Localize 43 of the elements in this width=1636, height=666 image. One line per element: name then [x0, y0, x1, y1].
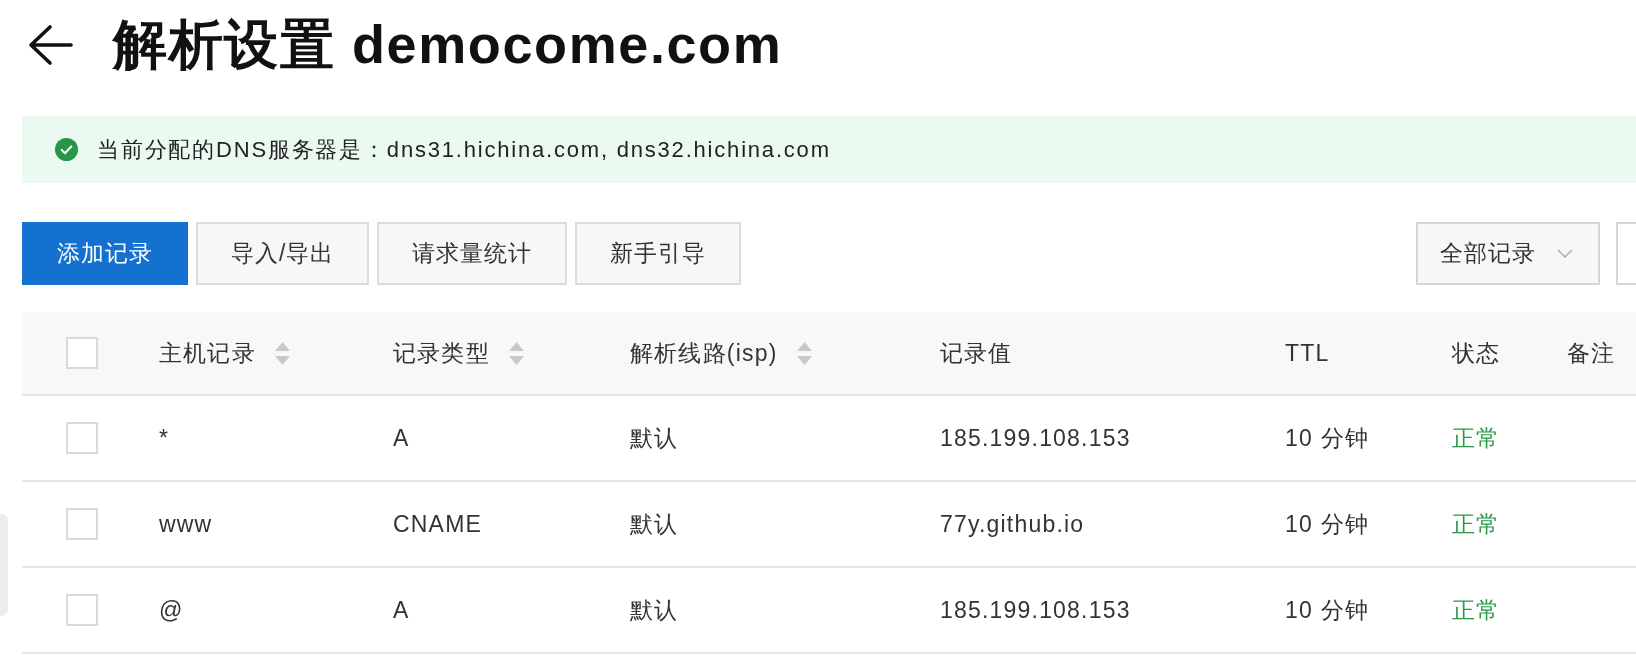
alert-text: 当前分配的DNS服务器是：dns31.hichina.com, dns32.hichina.com — [97, 135, 831, 164]
table-cell-text: 默认 — [630, 509, 679, 539]
table-cell-text: 默认 — [630, 595, 679, 625]
column-header: 备注 — [1567, 338, 1616, 368]
sort-icon — [274, 341, 290, 365]
check-circle-icon — [55, 138, 78, 161]
chevron-down-icon — [1557, 249, 1573, 258]
input-field[interactable] — [1616, 222, 1636, 285]
table-cell-text: 10 分钟 — [1285, 509, 1369, 539]
toolbar-button[interactable]: 新手引导 — [575, 222, 742, 285]
column-header: TTL — [1285, 339, 1330, 367]
table-cell-text: 默认 — [630, 423, 679, 453]
column-header[interactable]: 主机记录 — [159, 337, 290, 369]
table-cell: A — [393, 424, 410, 452]
sort-icon — [796, 341, 812, 365]
table-cell-text: 10 分钟 — [1285, 423, 1369, 453]
table-cell: 185.199.108.153 — [940, 424, 1131, 452]
row-checkbox[interactable] — [66, 422, 98, 454]
status-text: 正常 — [1452, 595, 1501, 625]
table-cell: 77y.github.io — [940, 510, 1085, 538]
sort-icon — [508, 341, 524, 365]
table-cell-text: 10 分钟 — [1285, 595, 1369, 625]
column-header: 状态 — [1452, 338, 1501, 368]
back-arrow-icon[interactable] — [28, 24, 73, 66]
column-header: 记录值 — [940, 338, 1013, 368]
column-header[interactable]: 解析线路(isp) — [630, 337, 812, 369]
table-cell: www — [159, 510, 213, 538]
status-text: 正常 — [1452, 509, 1501, 539]
toolbar-button[interactable]: 导入/导出 — [196, 222, 370, 285]
table-cell: * — [159, 424, 170, 452]
column-header[interactable]: 记录类型 — [393, 337, 524, 369]
select-all-checkbox[interactable] — [66, 337, 98, 369]
toolbar-button[interactable]: 添加记录 — [22, 222, 188, 285]
record-filter-dropdown[interactable]: 全部记录 — [1416, 222, 1600, 285]
row-checkbox[interactable] — [66, 508, 98, 540]
page-title: 解析设置 democome.com — [113, 15, 783, 75]
status-text: 正常 — [1452, 423, 1501, 453]
row-checkbox[interactable] — [66, 594, 98, 626]
table-cell: A — [393, 596, 410, 624]
table-cell: @ — [159, 596, 184, 624]
table-cell: 185.199.108.153 — [940, 596, 1131, 624]
toolbar-button[interactable]: 请求量统计 — [377, 222, 568, 285]
table-cell: CNAME — [393, 510, 483, 538]
